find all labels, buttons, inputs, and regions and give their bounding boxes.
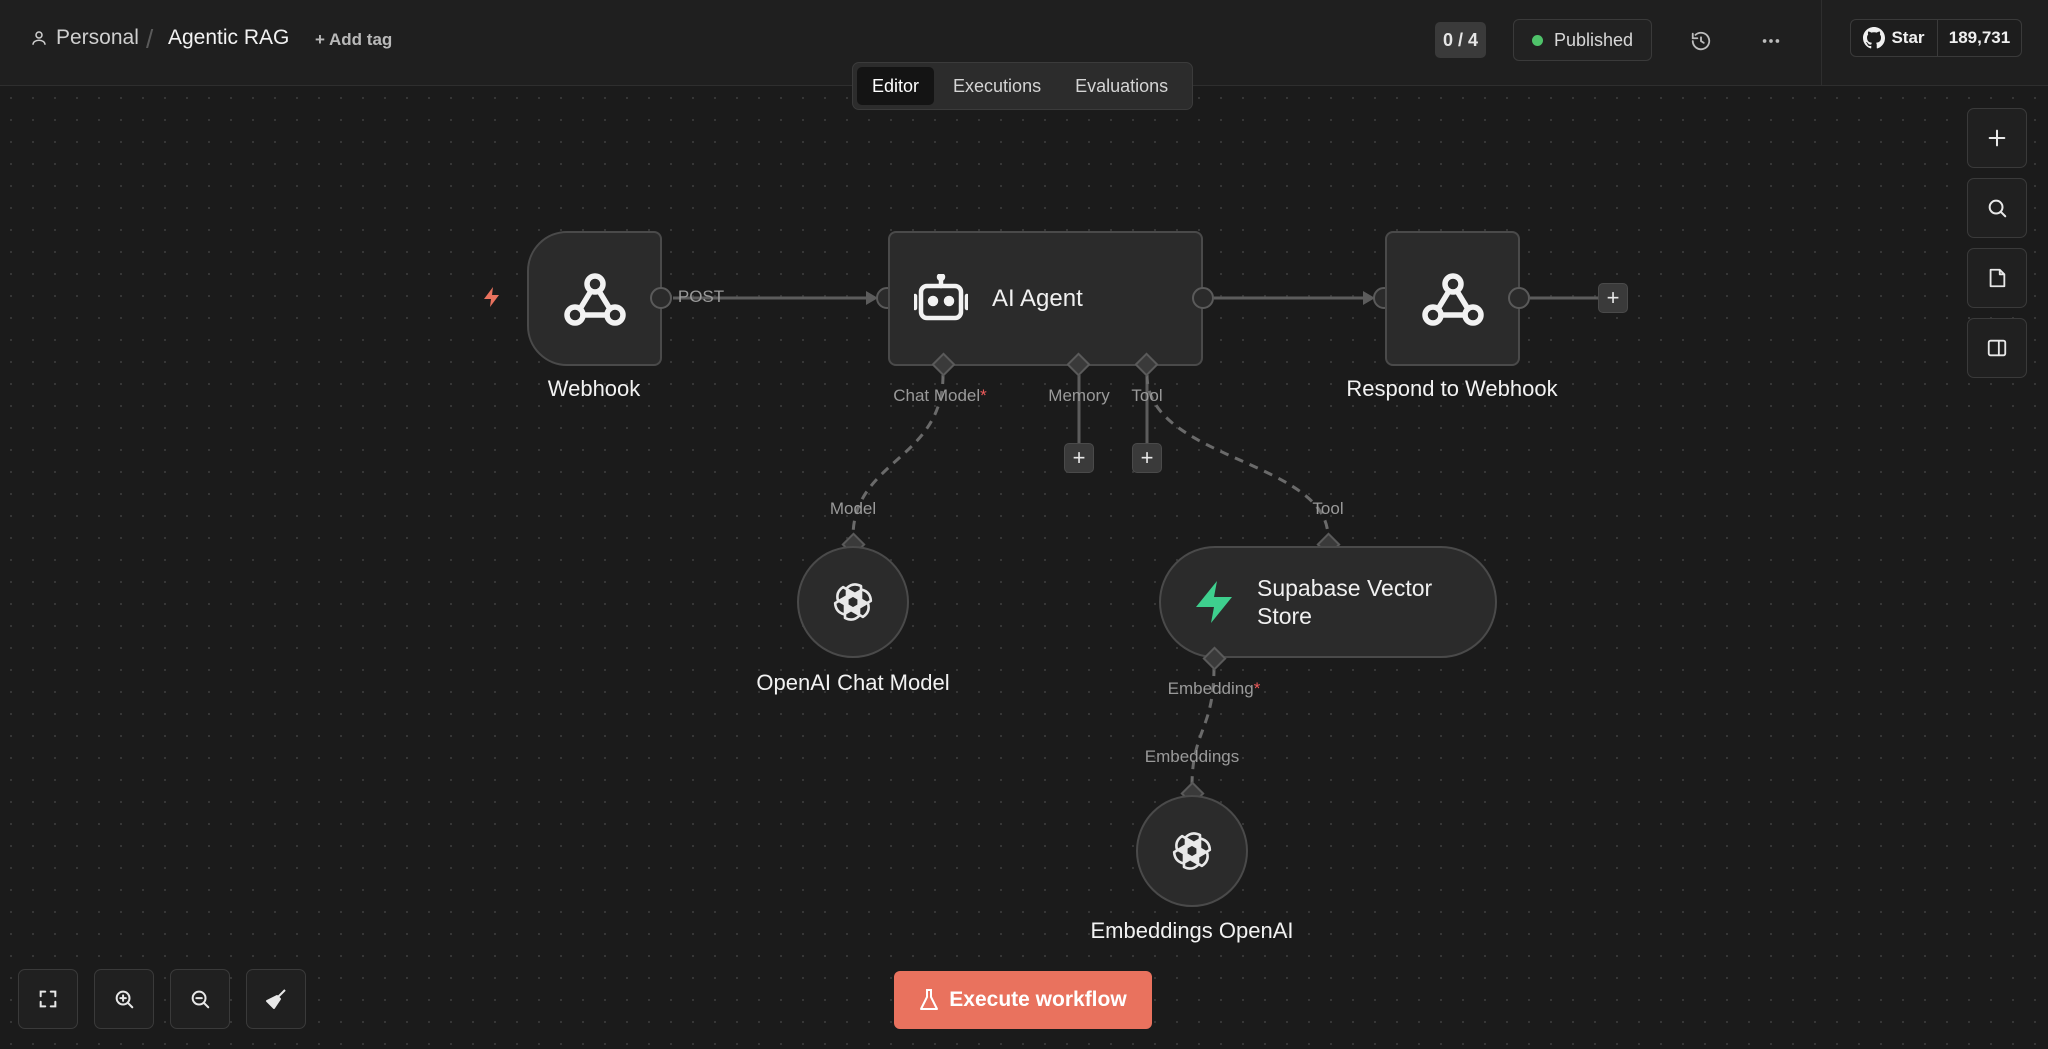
breadcrumb-project-label: Personal xyxy=(56,26,139,49)
openai-icon xyxy=(1172,832,1212,870)
github-star-count: 189,731 xyxy=(1948,28,2011,47)
workflow-title[interactable]: Agentic RAG xyxy=(168,26,289,50)
sidebar-panel-icon xyxy=(1987,339,2007,357)
tab-evaluations[interactable]: Evaluations xyxy=(1060,67,1183,105)
sticky-note-icon xyxy=(1989,268,2006,288)
add-next-node-button[interactable]: + xyxy=(1598,283,1628,313)
view-tabs: Editor Executions Evaluations xyxy=(852,62,1193,110)
embeddings-port-label: Embeddings xyxy=(1144,747,1240,766)
openai-chat-model-node[interactable] xyxy=(797,546,909,658)
breadcrumb-project[interactable]: Personal xyxy=(30,26,139,50)
respond-to-webhook-node[interactable] xyxy=(1385,231,1520,366)
add-memory-button[interactable]: + xyxy=(1064,443,1094,473)
zoom-in-icon xyxy=(115,990,134,1009)
supabase-vector-store-node[interactable]: Supabase Vector Store xyxy=(1159,546,1497,658)
tab-executions[interactable]: Executions xyxy=(938,67,1056,105)
agent-output-handle[interactable] xyxy=(1192,287,1214,309)
execute-workflow-label: Execute workflow xyxy=(949,988,1127,1011)
embeddings-openai-label: Embeddings OpenAI xyxy=(1090,918,1294,943)
add-tag-button[interactable]: + Add tag xyxy=(315,30,392,50)
search-nodes-button[interactable] xyxy=(1967,178,2027,238)
model-port-label: Model xyxy=(829,499,877,518)
supabase-icon xyxy=(1196,581,1232,623)
add-node-button[interactable] xyxy=(1967,108,2027,168)
chat-model-port-label: Chat Model* xyxy=(893,386,987,406)
zoom-to-fit-button[interactable] xyxy=(18,969,78,1029)
toggle-panel-button[interactable] xyxy=(1967,318,2027,378)
webhook-node-label: Webhook xyxy=(547,376,641,401)
zoom-out-icon xyxy=(191,990,210,1009)
tidy-up-button[interactable] xyxy=(246,969,306,1029)
user-icon xyxy=(32,31,46,45)
embeddings-openai-node[interactable] xyxy=(1136,795,1248,907)
ai-agent-node[interactable]: AI Agent xyxy=(888,231,1203,366)
flask-icon xyxy=(920,989,939,1010)
github-icon xyxy=(1863,27,1886,49)
search-icon xyxy=(1988,199,2007,218)
header-divider xyxy=(1821,0,1822,86)
supabase-tool-port-label: Tool xyxy=(1312,499,1344,518)
webhook-icon xyxy=(1421,272,1484,326)
memory-port-label: Memory xyxy=(1048,386,1110,405)
required-mark: * xyxy=(1253,679,1261,698)
fullscreen-icon xyxy=(39,990,57,1008)
more-icon xyxy=(1762,39,1780,43)
ai-agent-label: AI Agent xyxy=(992,284,1083,312)
tool-port-label: Tool xyxy=(1131,386,1163,405)
openai-icon xyxy=(833,583,873,621)
status-dot xyxy=(1531,34,1543,46)
tab-editor[interactable]: Editor xyxy=(857,67,935,105)
respond-node-label: Respond to Webhook xyxy=(1346,376,1558,401)
zoom-out-button[interactable] xyxy=(170,969,230,1029)
add-tool-button[interactable]: + xyxy=(1132,443,1162,473)
embedding-port-label: Embedding* xyxy=(1168,679,1261,699)
supabase-node-label: Supabase Vector Store xyxy=(1257,575,1433,629)
webhook-output-handle[interactable] xyxy=(650,287,672,309)
github-star-button[interactable]: Star xyxy=(1851,20,1938,56)
zoom-in-button[interactable] xyxy=(94,969,154,1029)
history-icon xyxy=(1691,31,1711,51)
chat-model-text: Chat Model xyxy=(893,386,981,405)
plus-icon xyxy=(1988,129,2006,147)
publish-status-label: Published xyxy=(1553,29,1634,50)
node-counter-badge[interactable]: 0 / 4 xyxy=(1435,22,1486,58)
broom-icon xyxy=(266,989,286,1009)
robot-icon xyxy=(914,273,968,320)
breadcrumb-separator: / xyxy=(146,24,154,54)
webhook-node[interactable] xyxy=(527,231,662,366)
webhook-icon xyxy=(563,272,626,326)
webhook-output-label: POST xyxy=(677,287,725,306)
openai-chat-model-label: OpenAI Chat Model xyxy=(756,670,950,695)
history-button[interactable] xyxy=(1686,26,1716,56)
respond-output-handle[interactable] xyxy=(1508,287,1530,309)
more-options-button[interactable] xyxy=(1756,26,1786,56)
github-star-widget[interactable]: Star 189,731 xyxy=(1850,19,2022,57)
sticky-note-button[interactable] xyxy=(1967,248,2027,308)
embedding-text: Embedding xyxy=(1167,679,1254,698)
publish-status-button[interactable]: Published xyxy=(1513,19,1652,61)
execute-workflow-button[interactable]: Execute workflow xyxy=(894,971,1152,1029)
required-mark: * xyxy=(980,386,987,405)
github-star-label: Star xyxy=(1891,28,1925,47)
trigger-bolt-icon xyxy=(484,287,499,307)
